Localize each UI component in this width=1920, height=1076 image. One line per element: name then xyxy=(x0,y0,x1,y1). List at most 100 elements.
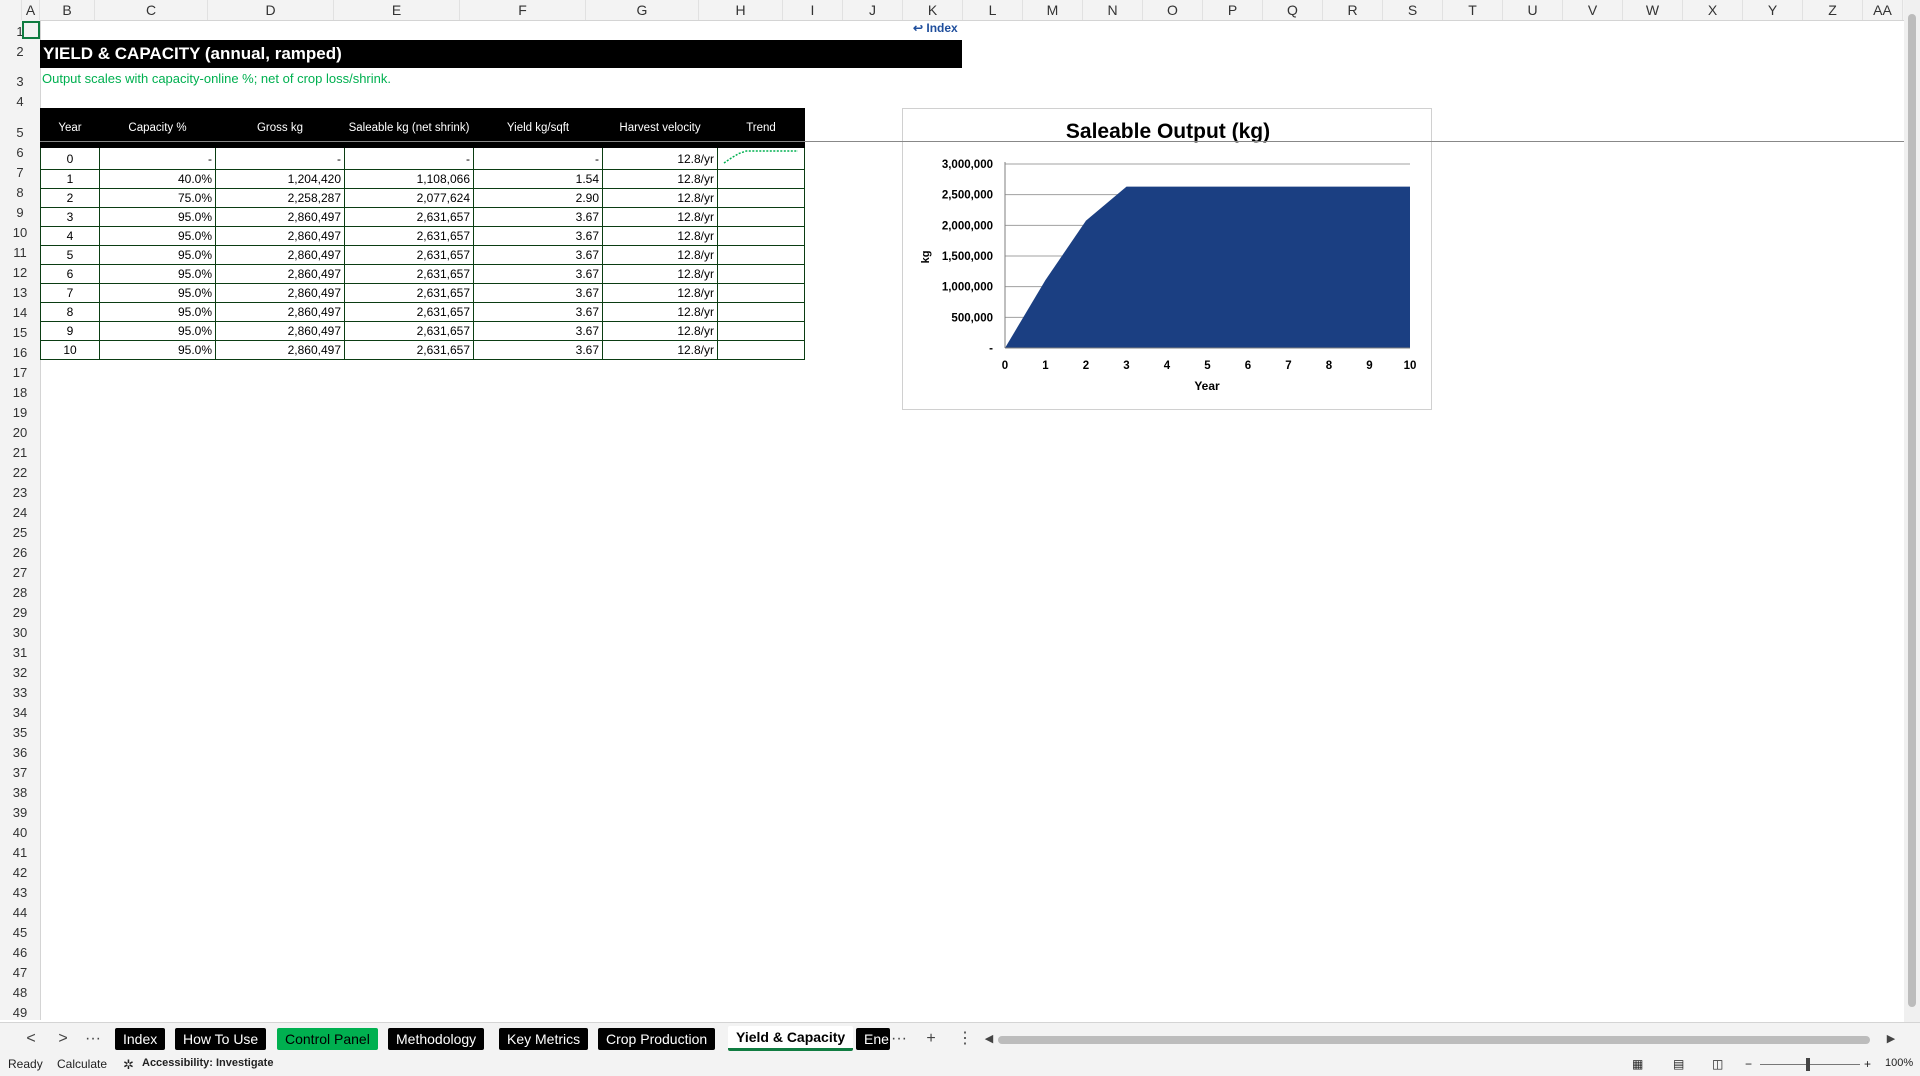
cell-harvest-velocity[interactable]: 12.8/yr xyxy=(602,264,718,284)
column-header-i[interactable]: I xyxy=(783,0,843,20)
zoom-slider-track[interactable] xyxy=(1760,1064,1860,1065)
cell-saleable-kg[interactable]: 1,108,066 xyxy=(344,169,474,189)
row-header-8[interactable]: 8 xyxy=(0,181,40,201)
row-header-17[interactable]: 17 xyxy=(0,361,40,381)
row-header-24[interactable]: 24 xyxy=(0,501,40,521)
cell-harvest-velocity[interactable]: 12.8/yr xyxy=(602,207,718,227)
row-header-16[interactable]: 16 xyxy=(0,341,40,361)
row-header-4[interactable]: 4 xyxy=(0,90,40,110)
cell-year[interactable]: 6 xyxy=(40,264,100,284)
tab-yield-capacity[interactable]: Yield & Capacity xyxy=(728,1026,854,1051)
cell-harvest-velocity[interactable]: 12.8/yr xyxy=(602,226,718,246)
page-layout-view-icon[interactable]: ▤ xyxy=(1673,1057,1684,1071)
accessibility-icon[interactable]: ✲ xyxy=(123,1057,134,1073)
row-header-26[interactable]: 26 xyxy=(0,541,40,561)
row-header-11[interactable]: 11 xyxy=(0,241,40,261)
column-header-k[interactable]: K xyxy=(903,0,963,20)
row-header-38[interactable]: 38 xyxy=(0,781,40,801)
cell-year[interactable]: 8 xyxy=(40,302,100,322)
cell-gross-kg[interactable]: 2,258,287 xyxy=(215,188,345,208)
row-header-46[interactable]: 46 xyxy=(0,941,40,961)
column-header-a[interactable]: A xyxy=(22,0,40,20)
tab-options-button[interactable]: ⋮ xyxy=(954,1028,976,1050)
row-header-21[interactable]: 21 xyxy=(0,441,40,461)
row-header-2[interactable]: 2 xyxy=(0,40,40,60)
cell-saleable-kg[interactable]: 2,631,657 xyxy=(344,283,474,303)
cell-gross-kg[interactable]: 2,860,497 xyxy=(215,283,345,303)
cell-capacity[interactable]: - xyxy=(99,147,216,170)
tab-how-to-use[interactable]: How To Use xyxy=(175,1028,267,1050)
selected-cell-a1[interactable] xyxy=(22,21,40,39)
row-header-44[interactable]: 44 xyxy=(0,901,40,921)
column-header-s[interactable]: S xyxy=(1383,0,1443,20)
cell-saleable-kg[interactable]: 2,631,657 xyxy=(344,264,474,284)
cell-harvest-velocity[interactable]: 12.8/yr xyxy=(602,245,718,265)
cell-saleable-kg[interactable]: 2,631,657 xyxy=(344,340,474,360)
cell-trend[interactable] xyxy=(717,169,805,189)
tab-next-button[interactable]: > xyxy=(52,1028,74,1050)
cell-capacity[interactable]: 95.0% xyxy=(99,321,216,341)
column-header-m[interactable]: M xyxy=(1023,0,1083,20)
tab-control-panel[interactable]: Control Panel xyxy=(277,1028,378,1050)
normal-view-icon[interactable]: ▦ xyxy=(1632,1057,1643,1071)
cell-saleable-kg[interactable]: 2,631,657 xyxy=(344,226,474,246)
add-sheet-button[interactable]: + xyxy=(920,1028,942,1050)
tab-index[interactable]: Index xyxy=(115,1028,166,1050)
column-header-h[interactable]: H xyxy=(699,0,783,20)
cell-capacity[interactable]: 95.0% xyxy=(99,245,216,265)
cell-yield[interactable]: 3.67 xyxy=(473,302,603,322)
zoom-out-icon[interactable]: − xyxy=(1745,1057,1752,1071)
row-header-29[interactable]: 29 xyxy=(0,601,40,621)
cell-saleable-kg[interactable]: 2,631,657 xyxy=(344,207,474,227)
column-header-r[interactable]: R xyxy=(1323,0,1383,20)
row-header-40[interactable]: 40 xyxy=(0,821,40,841)
cell-gross-kg[interactable]: 1,204,420 xyxy=(215,169,345,189)
cell-trend[interactable] xyxy=(717,147,805,170)
cell-yield[interactable]: 3.67 xyxy=(473,321,603,341)
row-header-33[interactable]: 33 xyxy=(0,681,40,701)
cell-trend[interactable] xyxy=(717,283,805,303)
cell-harvest-velocity[interactable]: 12.8/yr xyxy=(602,169,718,189)
column-header-o[interactable]: O xyxy=(1143,0,1203,20)
cell-capacity[interactable]: 95.0% xyxy=(99,226,216,246)
cell-trend[interactable] xyxy=(717,207,805,227)
row-header-9[interactable]: 9 xyxy=(0,201,40,221)
tab-methodology[interactable]: Methodology xyxy=(388,1028,485,1050)
row-header-22[interactable]: 22 xyxy=(0,461,40,481)
cell-gross-kg[interactable]: - xyxy=(215,147,345,170)
cell-capacity[interactable]: 75.0% xyxy=(99,188,216,208)
vertical-scroll-thumb[interactable] xyxy=(1908,14,1916,1007)
cell-year[interactable]: 10 xyxy=(40,340,100,360)
tab-more-right-button[interactable]: ··· xyxy=(888,1028,910,1050)
row-header-37[interactable]: 37 xyxy=(0,761,40,781)
cell-harvest-velocity[interactable]: 12.8/yr xyxy=(602,340,718,360)
cell-harvest-velocity[interactable]: 12.8/yr xyxy=(602,188,718,208)
cell-yield[interactable]: 1.54 xyxy=(473,169,603,189)
saleable-output-chart[interactable]: Saleable Output (kg) - 500,000 1,000,000 1,5… xyxy=(902,108,1432,410)
cell-capacity[interactable]: 95.0% xyxy=(99,264,216,284)
row-header-32[interactable]: 32 xyxy=(0,661,40,681)
cell-year[interactable]: 3 xyxy=(40,207,100,227)
row-header-3[interactable]: 3 xyxy=(0,70,40,90)
row-header-13[interactable]: 13 xyxy=(0,281,40,301)
row-header-14[interactable]: 14 xyxy=(0,301,40,321)
tab-energy-partial[interactable]: Ene xyxy=(856,1028,890,1050)
cell-year[interactable]: 5 xyxy=(40,245,100,265)
hscroll-left-icon[interactable]: ◀ xyxy=(978,1028,1000,1050)
index-link[interactable]: ↩ Index xyxy=(913,21,958,35)
column-header-c[interactable]: C xyxy=(95,0,208,20)
cell-year[interactable]: 4 xyxy=(40,226,100,246)
cell-gross-kg[interactable]: 2,860,497 xyxy=(215,302,345,322)
column-header-p[interactable]: P xyxy=(1203,0,1263,20)
row-header-34[interactable]: 34 xyxy=(0,701,40,721)
column-header-t[interactable]: T xyxy=(1443,0,1503,20)
cell-capacity[interactable]: 40.0% xyxy=(99,169,216,189)
cell-harvest-velocity[interactable]: 12.8/yr xyxy=(602,147,718,170)
status-calculate[interactable]: Calculate xyxy=(57,1057,107,1071)
cell-gross-kg[interactable]: 2,860,497 xyxy=(215,245,345,265)
row-header-35[interactable]: 35 xyxy=(0,721,40,741)
column-header-f[interactable]: F xyxy=(460,0,586,20)
cell-gross-kg[interactable]: 2,860,497 xyxy=(215,226,345,246)
column-header-w[interactable]: W xyxy=(1623,0,1683,20)
cell-trend[interactable] xyxy=(717,321,805,341)
